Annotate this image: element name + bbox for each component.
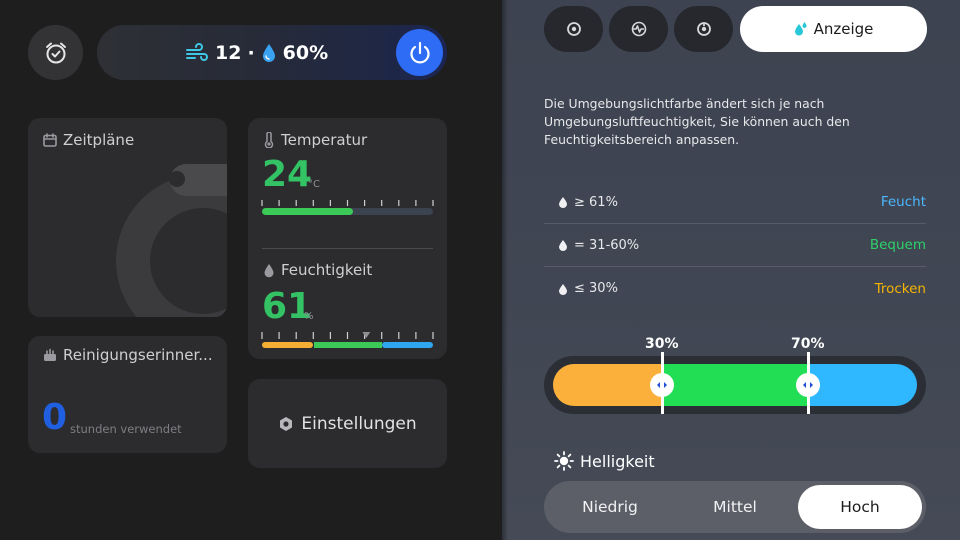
humidity-range-slider[interactable] [544, 352, 926, 414]
range-label: Trocken [874, 280, 926, 297]
water-drop-icon [262, 43, 275, 62]
temperature-label: Temperatur [281, 131, 368, 149]
dry-segment [553, 364, 661, 406]
brightness-option-medium[interactable]: Mittel [673, 485, 797, 529]
drag-arrows-icon [803, 382, 813, 388]
cleaning-hours-value: 0 [42, 397, 68, 438]
temperature-unit: °C [308, 179, 320, 190]
separator: · [247, 41, 255, 64]
left-panel: 12 · 60% Zeitpläne Temperatur 24 °C Feuc… [0, 0, 502, 540]
range-row-dry: ≤ 30% Trocken [544, 267, 926, 310]
tab-display[interactable]: Anzeige [740, 6, 927, 52]
eye-icon [566, 22, 581, 36]
sun-icon [554, 451, 574, 471]
comfort-segment [661, 364, 807, 406]
tab-dial[interactable] [674, 6, 733, 52]
alarm-clock-illustration [116, 164, 227, 317]
brightness-label: Helligkeit [580, 451, 655, 471]
small-drop-icon [559, 197, 567, 208]
tab-display-label: Anzeige [813, 20, 874, 38]
humidity-title: Feuchtigkeit [263, 261, 372, 279]
wind-value: 12 [215, 41, 242, 64]
power-button[interactable] [396, 29, 443, 76]
humid-segment [807, 364, 917, 406]
temperature-gauge [261, 200, 434, 215]
humidity-gauge [261, 332, 434, 348]
humidity-label: Feuchtigkeit [281, 261, 373, 279]
wind-icon [186, 42, 208, 61]
status-readout: 12 · 60% [185, 25, 328, 80]
cleaning-reminder-card[interactable]: Reinigungserinner... 0 stunden verwendet [28, 336, 227, 453]
brightness-option-high[interactable]: Hoch [798, 485, 922, 529]
drops-icon [794, 22, 807, 36]
humidity-drop-icon [264, 263, 274, 277]
humidity-unit: % [304, 311, 314, 322]
settings-label: Einstellungen [301, 413, 417, 434]
range-condition: ≥ 61% [574, 194, 618, 210]
display-settings-panel: Anzeige Die Umgebungslichtfarbe ändert s… [502, 0, 960, 540]
cleaning-hours-unit: stunden verwendet [70, 422, 182, 436]
range-row-comfort: = 31-60% Bequem [544, 224, 926, 267]
settings-hexagon-icon [280, 416, 293, 431]
display-description: Die Umgebungslichtfarbe ändert sich je n… [544, 96, 850, 147]
small-drop-icon [559, 283, 567, 295]
range-label: Feucht [880, 194, 926, 210]
alarm-clock-icon [45, 42, 66, 63]
tab-pulse[interactable] [609, 6, 668, 52]
small-drop-icon [559, 240, 567, 251]
temperature-value: 24 [262, 154, 313, 195]
high-threshold-label: 70% [791, 336, 825, 352]
power-icon [409, 41, 430, 63]
status-bar: 12 · 60% [97, 25, 447, 80]
tab-eye[interactable] [544, 6, 603, 52]
brightness-option-low[interactable]: Niedrig [548, 485, 672, 529]
alarm-button[interactable] [28, 25, 83, 80]
low-threshold-handle[interactable] [650, 373, 674, 397]
humidity-value: 60% [282, 41, 329, 64]
settings-card[interactable]: Einstellungen [248, 379, 447, 468]
high-threshold-handle[interactable] [796, 373, 820, 397]
drag-arrows-icon [657, 382, 667, 388]
card-divider [262, 248, 433, 249]
temperature-title: Temperatur [263, 131, 367, 149]
range-condition: = 31-60% [574, 237, 640, 253]
low-threshold-label: 30% [645, 336, 679, 352]
brightness-title: Helligkeit [554, 451, 655, 471]
cleaning-icon [44, 348, 56, 361]
range-row-humid: ≥ 61% Feucht [544, 181, 926, 224]
thermometer-icon [264, 132, 274, 148]
cleaning-title: Reinigungserinner... [43, 346, 213, 364]
climate-card[interactable]: Temperatur 24 °C Feuchtigkeit 61 % [248, 118, 447, 359]
pulse-icon [631, 21, 646, 37]
range-condition: ≤ 30% [574, 281, 618, 296]
cleaning-label: Reinigungserinner... [63, 346, 213, 364]
range-label: Bequem [869, 237, 926, 253]
brightness-segmented-control: Niedrig Mittel Hoch [544, 481, 926, 533]
dial-icon [696, 22, 711, 36]
schedules-card[interactable]: Zeitpläne [28, 118, 227, 317]
